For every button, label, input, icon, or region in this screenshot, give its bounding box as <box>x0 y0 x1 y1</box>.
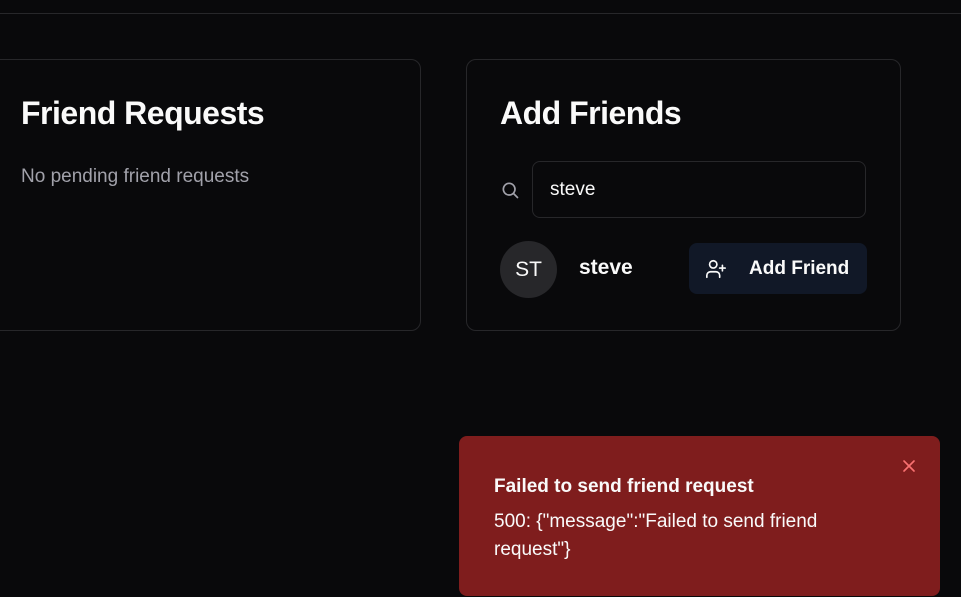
toast-title: Failed to send friend request <box>494 476 754 497</box>
add-friends-title: Add Friends <box>500 95 682 131</box>
add-friends-card: Add Friends ST steve Add Friend <box>466 59 901 331</box>
add-friend-button-label: Add Friend <box>749 257 850 279</box>
no-requests-text: No pending friend requests <box>21 166 250 187</box>
error-toast: Failed to send friend request 500: {"mes… <box>459 436 940 596</box>
toast-description: 500: {"message":"Failed to send friend r… <box>494 511 818 560</box>
avatar: ST <box>500 241 557 298</box>
avatar-initials: ST <box>515 257 542 281</box>
user-plus-icon <box>706 259 726 278</box>
add-friend-button[interactable]: Add Friend <box>689 243 867 294</box>
search-result-username: steve <box>579 256 633 279</box>
header-divider <box>0 13 961 14</box>
close-icon <box>903 460 915 472</box>
friend-requests-title: Friend Requests <box>21 95 265 131</box>
toast-close-button[interactable] <box>899 456 919 476</box>
friend-requests-card: Friend Requests No pending friend reques… <box>0 59 421 331</box>
search-icon <box>502 182 519 199</box>
search-input[interactable] <box>532 161 866 218</box>
